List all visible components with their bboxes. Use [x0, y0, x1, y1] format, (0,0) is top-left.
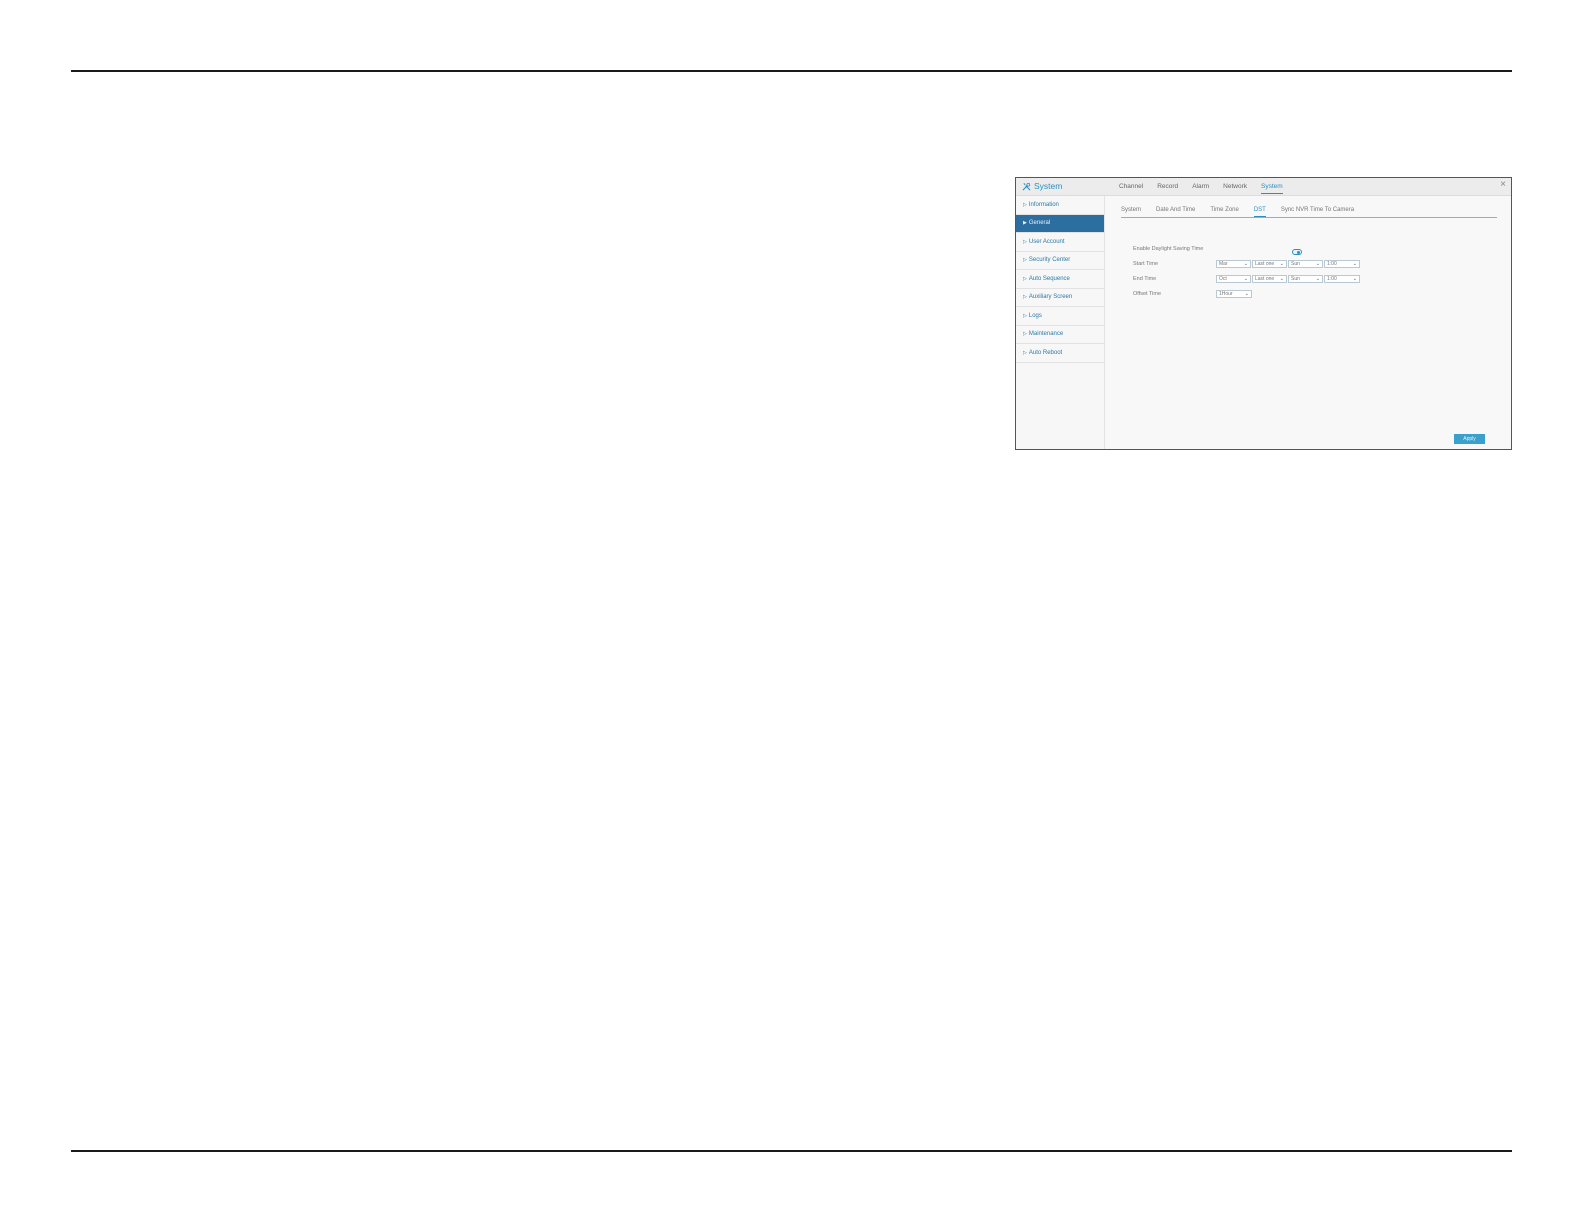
window-title-group: System: [1022, 181, 1062, 191]
enable-dst-row: Enable Daylight Saving Time: [1133, 244, 1273, 253]
sidebar-item-label: Auto Reboot: [1028, 349, 1063, 356]
enable-dst-toggle[interactable]: [1292, 249, 1302, 255]
subtab-time-zone[interactable]: Time Zone: [1210, 207, 1238, 217]
window-header: System Channel Record Alarm Network Syst…: [1016, 178, 1511, 196]
sidebar-item-label: Auxiliary Screen: [1028, 294, 1073, 301]
subtab-system[interactable]: System: [1121, 207, 1141, 217]
sidebar-item-label: Maintenance: [1028, 331, 1064, 338]
end-time-row: End Time Oct ⌄ Last one ⌄ Sun ⌄ 1:00 ⌄: [1133, 274, 1361, 283]
sidebar-item-label: General: [1028, 220, 1051, 227]
chevron-down-icon: ⌄: [1279, 275, 1284, 282]
tab-channel[interactable]: Channel: [1119, 183, 1143, 194]
sidebar-item-label: Information: [1028, 201, 1059, 208]
sidebar-item-auto-reboot[interactable]: ▷ Auto Reboot: [1016, 344, 1104, 363]
end-month-select[interactable]: Oct ⌄: [1216, 274, 1251, 283]
apply-button[interactable]: Apply: [1454, 434, 1485, 444]
end-time-label: End Time: [1133, 275, 1157, 282]
triangle-right-icon: ▷: [1023, 201, 1027, 208]
sidebar-item-general[interactable]: ▶ General: [1016, 214, 1104, 233]
chevron-down-icon: ⌄: [1244, 290, 1249, 297]
wrench-screwdriver-icon: [1022, 182, 1031, 190]
offset-time-row: Offset Time 1Hour ⌄: [1133, 289, 1253, 298]
subtab-date-and-time[interactable]: Date And Time: [1156, 207, 1195, 217]
close-icon[interactable]: ×: [1500, 180, 1506, 190]
sidebar-item-security-center[interactable]: ▷ Security Center: [1016, 252, 1104, 270]
system-settings-window: System Channel Record Alarm Network Syst…: [1015, 177, 1512, 450]
triangle-right-icon: ▷: [1023, 275, 1027, 282]
sidebar-item-auto-sequence[interactable]: ▷ Auto Sequence: [1016, 270, 1104, 289]
chevron-down-icon: ⌄: [1243, 260, 1248, 267]
triangle-right-icon: ▷: [1023, 238, 1027, 245]
top-tab-bar: Channel Record Alarm Network System: [1119, 183, 1297, 194]
sidebar: ▷ Information ▶ General ▷ User Account ▷…: [1016, 196, 1105, 449]
sidebar-item-label: Logs: [1028, 312, 1042, 319]
start-day-select[interactable]: Sun ⌄: [1288, 259, 1323, 268]
sidebar-item-logs[interactable]: ▷ Logs: [1016, 307, 1104, 326]
tab-alarm[interactable]: Alarm: [1192, 183, 1209, 194]
sidebar-item-label: Auto Sequence: [1028, 275, 1070, 282]
top-rule: [71, 70, 1512, 72]
chevron-down-icon: ⌄: [1279, 260, 1284, 267]
sidebar-item-user-account[interactable]: ▷ User Account: [1016, 233, 1104, 252]
triangle-right-icon: ▷: [1023, 257, 1027, 264]
dst-settings-panel: System Date And Time Time Zone DST Sync …: [1105, 196, 1511, 449]
offset-select[interactable]: 1Hour ⌄: [1216, 289, 1252, 298]
triangle-right-icon: ▶: [1023, 220, 1027, 227]
sidebar-item-maintenance[interactable]: ▷ Maintenance: [1016, 326, 1104, 344]
start-week-select[interactable]: Last one ⌄: [1252, 259, 1287, 268]
enable-dst-label: Enable Daylight Saving Time: [1133, 245, 1204, 252]
end-day-select[interactable]: Sun ⌄: [1288, 274, 1323, 283]
subtab-dst[interactable]: DST: [1253, 207, 1266, 217]
select-value: Sun: [1291, 275, 1300, 282]
offset-time-label: Offset Time: [1133, 290, 1162, 297]
tab-record[interactable]: Record: [1157, 183, 1178, 194]
start-time-label: Start Time: [1133, 260, 1159, 267]
select-value: Mar: [1219, 260, 1228, 267]
select-value: Last one: [1255, 275, 1275, 282]
chevron-down-icon: ⌄: [1315, 260, 1320, 267]
sidebar-item-label: Security Center: [1028, 257, 1071, 264]
toggle-knob: [1296, 250, 1300, 254]
triangle-right-icon: ▷: [1023, 312, 1027, 319]
triangle-right-icon: ▷: [1023, 331, 1027, 338]
select-value: 1Hour: [1219, 290, 1233, 297]
triangle-right-icon: ▷: [1023, 349, 1027, 356]
start-month-select[interactable]: Mar ⌄: [1216, 259, 1251, 268]
tab-system[interactable]: System: [1261, 183, 1283, 194]
tab-network[interactable]: Network: [1223, 183, 1247, 194]
bottom-rule: [71, 1150, 1512, 1152]
sidebar-item-label: User Account: [1028, 238, 1065, 245]
select-value: Sun: [1291, 260, 1300, 267]
end-hour-select[interactable]: 1:00 ⌄: [1324, 274, 1360, 283]
subtab-sync-nvr-time[interactable]: Sync NVR Time To Camera: [1281, 207, 1354, 217]
select-value: Oct: [1219, 275, 1227, 282]
chevron-down-icon: ⌄: [1315, 275, 1320, 282]
start-time-row: Start Time Mar ⌄ Last one ⌄ Sun ⌄ 1:00 ⌄: [1133, 259, 1361, 268]
triangle-right-icon: ▷: [1023, 294, 1027, 301]
chevron-down-icon: ⌄: [1352, 260, 1357, 267]
sidebar-item-auxiliary-screen[interactable]: ▷ Auxiliary Screen: [1016, 289, 1104, 307]
sidebar-item-information[interactable]: ▷ Information: [1016, 196, 1104, 215]
end-week-select[interactable]: Last one ⌄: [1252, 274, 1287, 283]
window-title: System: [1034, 181, 1063, 191]
start-hour-select[interactable]: 1:00 ⌄: [1324, 259, 1360, 268]
sub-tab-bar: System Date And Time Time Zone DST Sync …: [1121, 207, 1497, 218]
chevron-down-icon: ⌄: [1352, 275, 1357, 282]
chevron-down-icon: ⌄: [1243, 275, 1248, 282]
select-value: 1:00: [1327, 275, 1337, 282]
select-value: 1:00: [1327, 260, 1337, 267]
select-value: Last one: [1255, 260, 1275, 267]
